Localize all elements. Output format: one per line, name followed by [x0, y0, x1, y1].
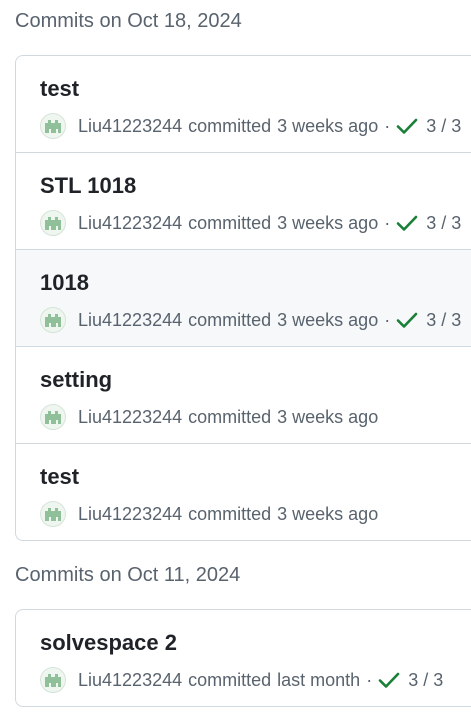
commit-time: 3 weeks ago — [277, 309, 379, 330]
commit-group-heading: Commits on Oct 11, 2024 — [15, 564, 241, 586]
commit-author-link[interactable]: Liu41223244 — [78, 310, 182, 331]
avatar-icon[interactable] — [40, 307, 66, 333]
commit-meta: Liu41223244 committed 3 weeks ago · 3 / … — [40, 307, 461, 333]
commit-author-link[interactable]: Liu41223244 — [78, 670, 182, 691]
commit-time: last month — [277, 669, 361, 690]
commit-author-link[interactable]: Liu41223244 — [78, 504, 182, 525]
commit-time: 3 weeks ago — [277, 406, 379, 427]
avatar-icon[interactable] — [40, 210, 66, 236]
commit-row: test Liu41223244 committed 3 weeks ago ·… — [16, 56, 471, 152]
commit-meta: Liu41223244 committed 3 weeks ago · 3 / … — [40, 113, 461, 139]
commit-meta: Liu41223244 committed 3 weeks ago — [40, 501, 378, 527]
check-icon[interactable] — [396, 214, 418, 232]
commit-list: test Liu41223244 committed 3 weeks ago ·… — [15, 55, 471, 541]
check-icon[interactable] — [396, 117, 418, 135]
commit-time: 3 weeks ago — [277, 212, 379, 233]
check-icon[interactable] — [396, 311, 418, 329]
avatar-icon[interactable] — [40, 113, 66, 139]
commit-action-text: committed — [188, 309, 272, 330]
separator-dot: · — [366, 669, 373, 690]
separator-dot: · — [384, 309, 391, 330]
commit-action-text: committed — [188, 115, 272, 136]
commit-action-text: committed — [188, 669, 272, 690]
commit-meta: Liu41223244 committed 3 weeks ago · 3 / … — [40, 210, 461, 236]
commit-title-link[interactable]: STL 1018 — [40, 173, 136, 199]
commit-title-link[interactable]: 1018 — [40, 270, 89, 296]
checks-count[interactable]: 3 / 3 — [426, 116, 461, 137]
commit-row: STL 1018 Liu41223244 committed 3 weeks a… — [16, 152, 471, 249]
commit-list: solvespace 2 Liu41223244 committed last … — [15, 609, 471, 707]
commit-time: 3 weeks ago — [277, 115, 379, 136]
checks-count[interactable]: 3 / 3 — [408, 670, 443, 691]
commit-meta: Liu41223244 committed last month · 3 / 3 — [40, 667, 443, 693]
commit-action-text: committed — [188, 503, 272, 524]
checks-count[interactable]: 3 / 3 — [426, 310, 461, 331]
commit-action-text: committed — [188, 406, 272, 427]
commit-author-link[interactable]: Liu41223244 — [78, 407, 182, 428]
commit-title-link[interactable]: test — [40, 76, 79, 102]
commit-meta: Liu41223244 committed 3 weeks ago — [40, 404, 378, 430]
commit-row: setting Liu41223244 committed 3 weeks ag… — [16, 346, 471, 443]
separator-dot: · — [384, 115, 391, 136]
avatar-icon[interactable] — [40, 404, 66, 430]
commit-action-text: committed — [188, 212, 272, 233]
check-icon[interactable] — [378, 671, 400, 689]
commit-row: solvespace 2 Liu41223244 committed last … — [16, 610, 471, 706]
commit-author-link[interactable]: Liu41223244 — [78, 116, 182, 137]
avatar-icon[interactable] — [40, 501, 66, 527]
commit-author-link[interactable]: Liu41223244 — [78, 213, 182, 234]
checks-count[interactable]: 3 / 3 — [426, 213, 461, 234]
separator-dot: · — [384, 212, 391, 233]
avatar-icon[interactable] — [40, 667, 66, 693]
commit-row: test Liu41223244 committed 3 weeks ago — [16, 443, 471, 540]
commit-time: 3 weeks ago — [277, 503, 379, 524]
commit-title-link[interactable]: setting — [40, 367, 112, 393]
commit-row: 1018 Liu41223244 committed 3 weeks ago ·… — [16, 249, 471, 346]
commit-title-link[interactable]: test — [40, 464, 79, 490]
commit-group-heading: Commits on Oct 18, 2024 — [15, 10, 242, 32]
commit-title-link[interactable]: solvespace 2 — [40, 630, 177, 656]
